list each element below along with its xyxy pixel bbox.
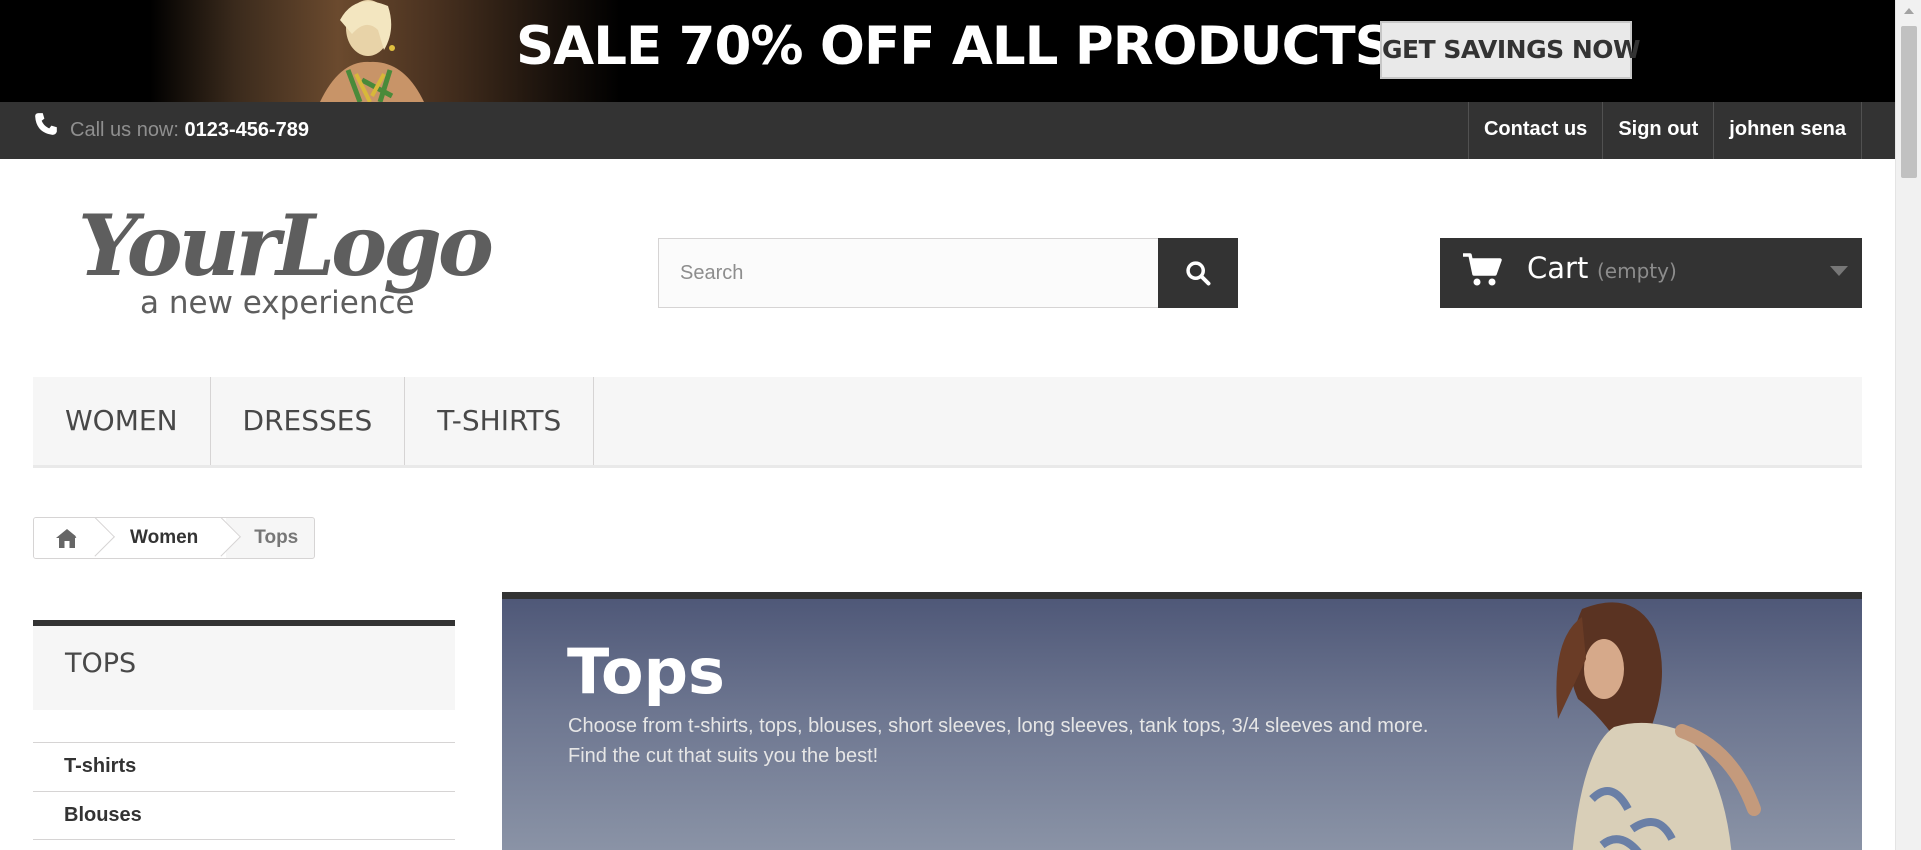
cart-icon <box>1463 253 1502 286</box>
category-model-image <box>1556 602 1761 850</box>
sign-out-link[interactable]: Sign out <box>1602 102 1713 159</box>
banner-model-image <box>320 0 424 102</box>
phone-icon <box>35 113 57 135</box>
cart-status: (empty) <box>1597 259 1677 283</box>
logo-tagline: a new experience <box>140 285 415 321</box>
category-description: Choose from t-shirts, tops, blouses, sho… <box>568 711 1428 771</box>
breadcrumb-women-label: Women <box>130 527 199 548</box>
breadcrumb: Women Tops <box>33 517 316 559</box>
search-icon <box>1186 261 1211 286</box>
sidebar-item-blouses[interactable]: Blouses <box>33 791 455 840</box>
site-logo[interactable]: YourLogo a new experience <box>70 195 520 330</box>
menu-item-tshirts[interactable]: T-SHIRTS <box>405 377 595 465</box>
account-name-link[interactable]: johnen sena <box>1713 102 1862 159</box>
category-banner: Tops Choose from t-shirts, tops, blouses… <box>502 592 1862 850</box>
search-bar <box>658 238 1238 308</box>
cart-label: Cart <box>1527 251 1589 285</box>
sidebar-title: TOPS <box>65 648 137 679</box>
phone-number: 0123-456-789 <box>184 119 310 141</box>
promo-banner[interactable]: SALE 70% OFF ALL PRODUCTS GET SAVINGS NO… <box>0 0 1895 102</box>
search-button[interactable] <box>1158 238 1238 308</box>
sidebar-block-title: TOPS <box>33 620 455 710</box>
main-menu: WOMEN DRESSES T-SHIRTS <box>33 377 1862 468</box>
banner-headline: SALE 70% OFF ALL PRODUCTS <box>516 16 1393 77</box>
get-savings-button[interactable]: GET SAVINGS NOW <box>1380 21 1641 79</box>
logo-main-text: YourLogo <box>78 196 492 295</box>
category-title: Tops <box>567 635 725 708</box>
top-nav-bar: Call us now: 0123-456-789 Contact us Sig… <box>0 102 1895 159</box>
scroll-up-icon[interactable] <box>1904 8 1914 14</box>
breadcrumb-women[interactable]: Women <box>100 518 242 558</box>
sidebar-category-list: T-shirts Blouses <box>33 742 455 840</box>
page-scrollbar[interactable] <box>1895 0 1921 850</box>
menu-item-women[interactable]: WOMEN <box>33 377 211 465</box>
search-input[interactable] <box>658 238 1160 308</box>
account-links: Contact us Sign out johnen sena <box>1467 102 1862 159</box>
menu-item-dresses[interactable]: DRESSES <box>211 377 406 465</box>
page: SALE 70% OFF ALL PRODUCTS GET SAVINGS NO… <box>0 0 1921 850</box>
category-description-line-2: Find the cut that suits you the best! <box>568 745 879 767</box>
category-description-line-1: Choose from t-shirts, tops, blouses, sho… <box>568 715 1429 737</box>
sidebar-item-tshirts[interactable]: T-shirts <box>33 742 455 791</box>
call-label: Call us now: <box>70 119 179 141</box>
chevron-down-icon <box>1830 266 1848 276</box>
home-icon <box>56 529 78 548</box>
breadcrumb-home[interactable] <box>34 518 115 558</box>
cart-button[interactable]: Cart (empty) <box>1440 238 1862 308</box>
call-us-text: Call us now: 0123-456-789 <box>70 119 309 142</box>
contact-us-link[interactable]: Contact us <box>1467 102 1602 159</box>
scrollbar-thumb[interactable] <box>1901 26 1917 178</box>
